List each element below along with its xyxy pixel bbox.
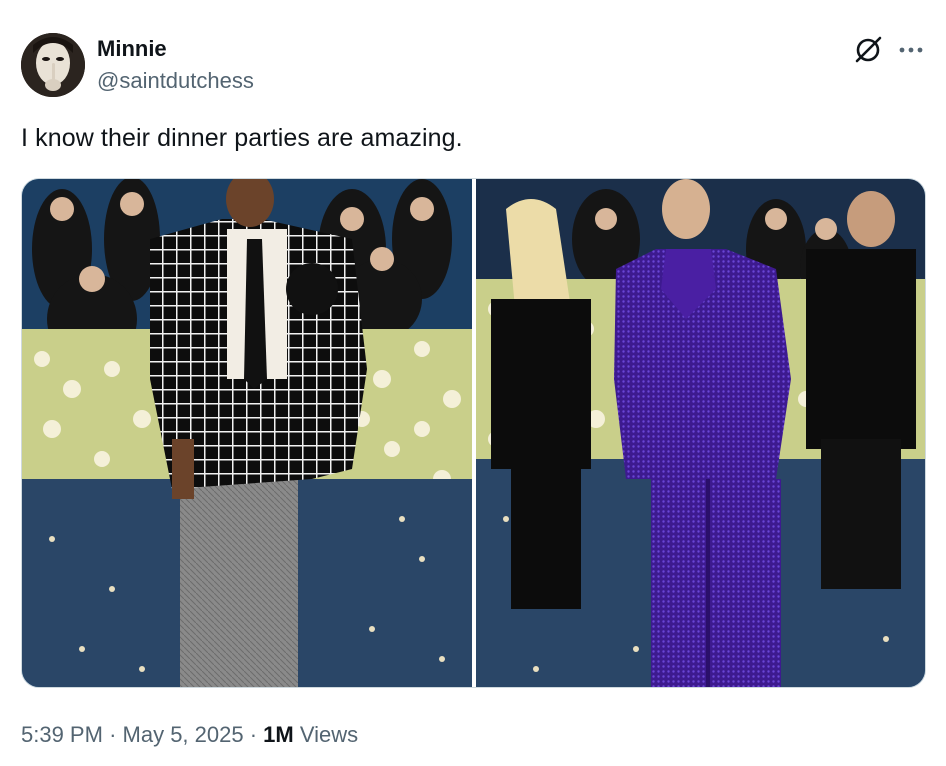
- meta-separator: ·: [249, 722, 258, 747]
- tweet-date[interactable]: May 5, 2025: [123, 722, 244, 747]
- photo-grid-jacket-man: [22, 179, 472, 687]
- more-icon[interactable]: [896, 38, 926, 62]
- media-photo-left[interactable]: [22, 179, 472, 687]
- author-handle[interactable]: @saintdutchess: [97, 68, 254, 94]
- photo-purple-suit-man: [475, 179, 925, 687]
- tweet-media: [21, 178, 926, 688]
- avatar[interactable]: [21, 33, 85, 97]
- tweet-text: I know their dinner parties are amazing.: [21, 124, 463, 152]
- tweet-meta: 5:39 PM · May 5, 2025 · 1M Views: [21, 722, 358, 748]
- author-display-name[interactable]: Minnie: [97, 36, 167, 62]
- views-count: 1M: [263, 722, 294, 747]
- meta-separator: ·: [109, 722, 117, 747]
- grok-icon[interactable]: [852, 34, 884, 66]
- tweet-time[interactable]: 5:39 PM: [21, 722, 103, 747]
- media-photo-right[interactable]: [475, 179, 925, 687]
- views-label: Views: [299, 722, 359, 747]
